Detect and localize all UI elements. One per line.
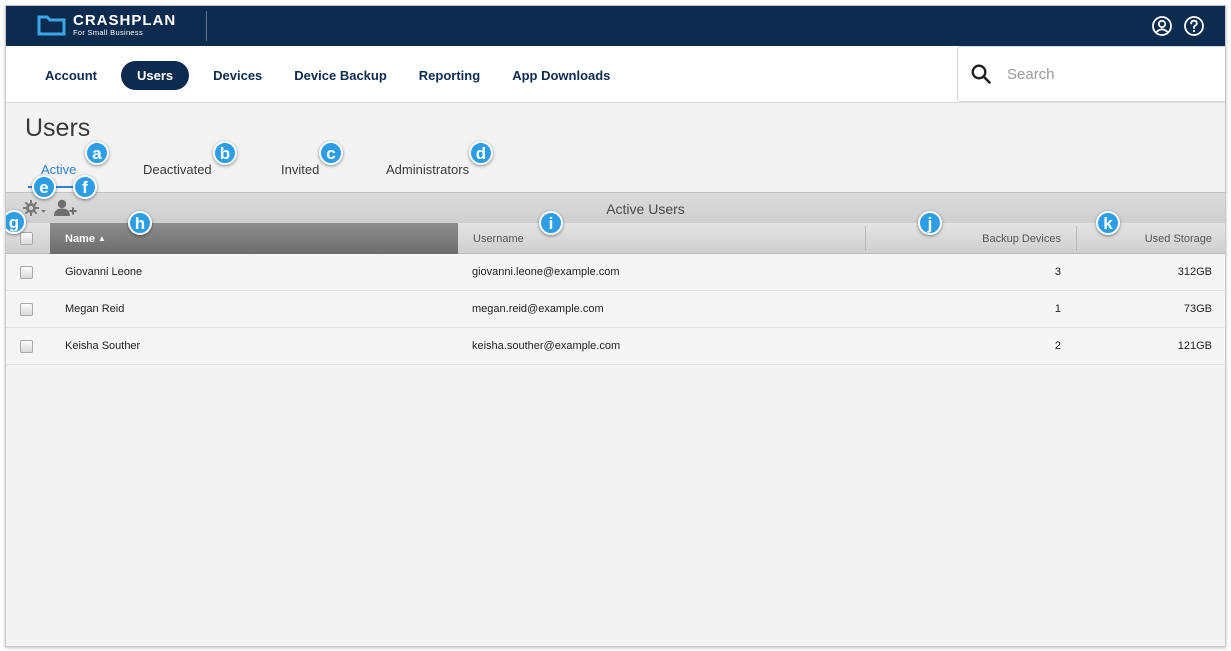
top-bar: CRASHPLAN For Small Business [6, 6, 1225, 46]
user-username: megan.reid@example.com [472, 303, 604, 315]
help-circle-icon[interactable] [1183, 15, 1205, 37]
column-header-name[interactable]: Name ▲ [50, 223, 458, 254]
table-toolbar: Active Users [6, 192, 1225, 223]
tab-invited[interactable]: Invited [281, 162, 319, 177]
column-header-backup-devices[interactable]: Backup Devices [866, 223, 1076, 254]
nav-device-backup[interactable]: Device Backup [278, 61, 403, 90]
app-window: CRASHPLAN For Small Business Account Use… [5, 5, 1226, 647]
users-table-body: Giovanni Leone giovanni.leone@example.co… [6, 254, 1225, 365]
tab-deactivated[interactable]: Deactivated [143, 162, 212, 177]
user-backup-devices: 2 [1054, 340, 1061, 352]
nav-devices[interactable]: Devices [197, 61, 278, 90]
user-backup-devices: 1 [1054, 303, 1061, 315]
callout-d: d [469, 141, 493, 165]
callout-b: b [213, 141, 237, 165]
tab-administrators[interactable]: Administrators [386, 162, 469, 177]
table-row[interactable]: Keisha Souther keisha.souther@example.co… [6, 328, 1225, 365]
crashplan-logo[interactable]: CRASHPLAN For Small Business [37, 13, 176, 37]
user-tabs: Active Deactivated Invited Administrator… [6, 159, 1225, 191]
nav-account[interactable]: Account [29, 61, 113, 90]
nav-reporting[interactable]: Reporting [403, 61, 496, 90]
user-name[interactable]: Keisha Souther [65, 328, 140, 364]
callout-h: h [128, 211, 152, 235]
crashplan-logo-icon [37, 15, 66, 36]
user-name[interactable]: Megan Reid [65, 291, 124, 327]
table-row[interactable]: Giovanni Leone giovanni.leone@example.co… [6, 254, 1225, 291]
user-used-storage: 312GB [1177, 266, 1212, 278]
table-row[interactable]: Megan Reid megan.reid@example.com 1 73GB [6, 291, 1225, 328]
nav-users[interactable]: Users [121, 61, 190, 90]
select-all-checkbox[interactable] [20, 232, 33, 245]
callout-c: c [319, 141, 343, 165]
search-input[interactable] [1007, 65, 1207, 83]
page-title: Users [25, 114, 91, 142]
brand-subtitle: For Small Business [73, 28, 144, 37]
user-circle-icon[interactable] [1151, 15, 1173, 37]
main-nav: Account Users Devices Device Backup Repo… [29, 61, 626, 90]
table-title: Active Users [606, 201, 685, 217]
table-header: Name ▲ Username Backup Devices Used Stor… [6, 223, 1225, 254]
callout-f: f [73, 175, 97, 199]
user-name[interactable]: Giovanni Leone [65, 254, 142, 290]
user-backup-devices: 3 [1054, 266, 1061, 278]
callout-e: e [32, 175, 56, 199]
column-header-username[interactable]: Username [458, 223, 865, 254]
nav-app-downloads[interactable]: App Downloads [496, 61, 626, 90]
logo-divider [206, 11, 207, 41]
brand-name: CRASHPLAN [73, 12, 177, 29]
user-username: giovanni.leone@example.com [472, 266, 620, 278]
row-checkbox[interactable] [20, 265, 33, 279]
callout-i: i [539, 211, 563, 235]
user-username: keisha.souther@example.com [472, 340, 621, 352]
user-used-storage: 121GB [1177, 340, 1212, 352]
callout-k: k [1096, 211, 1120, 235]
main-nav-bar: Account Users Devices Device Backup Repo… [6, 46, 1225, 103]
row-checkbox[interactable] [20, 302, 33, 316]
row-checkbox[interactable] [20, 339, 33, 353]
user-used-storage: 73GB [1183, 303, 1212, 315]
search-box[interactable] [957, 46, 1225, 102]
callout-j: j [918, 211, 942, 235]
search-icon [971, 64, 991, 84]
callout-a: a [85, 141, 109, 165]
sort-ascending-icon: ▲ [97, 234, 106, 243]
